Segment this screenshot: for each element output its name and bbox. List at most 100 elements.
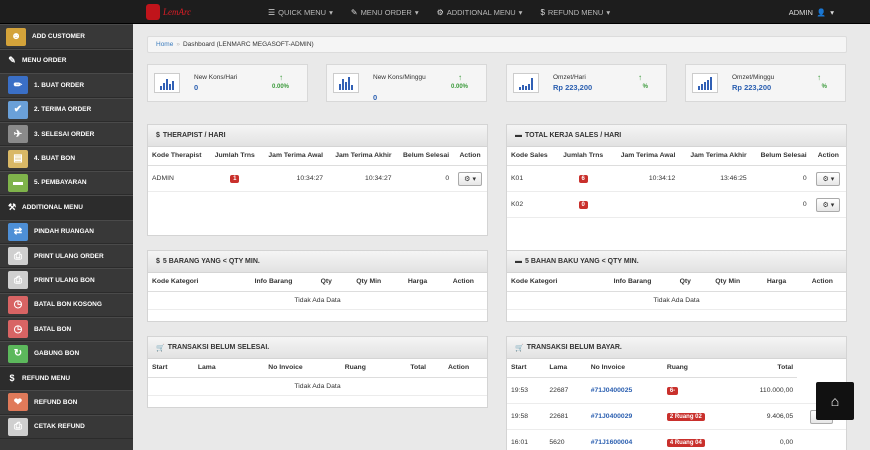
action-dropdown-button[interactable]: ⚙▾ [816,197,841,212]
refresh-icon: ↻ [8,344,28,363]
stat-label: New Kons/Minggu [373,74,426,81]
sidebar-item-additional-menu[interactable]: ⚒ ADDITIONAL MENU [0,195,133,220]
breadcrumb: Home » Dashboard (LENMARC MEGASOFT-ADMIN… [147,36,847,53]
cell-jam-akhir: 10:34:27 [327,165,396,192]
topnav-label: MENU ORDER [360,7,412,17]
floating-widget-button[interactable]: ⌂ [816,382,854,420]
cell-total: 110.000,00 [733,377,798,404]
cell-jam-akhir [679,191,751,218]
topnav-label: ADDITIONAL MENU [446,7,516,17]
sidebar-item-batal-bon-kosong[interactable]: ◷ BATAL BON KOSONG [0,292,133,318]
bayar-panel-title: TRANSAKSI BELUM BAYAR. [526,344,622,351]
stat-percent: % [821,84,827,90]
stat-value: Rp 223,200 [553,83,593,92]
accessibility-icon: ⌂ [830,393,840,409]
bahan-table: Kode Kategori Info Barang Qty Qty Min Harga A… [507,273,846,310]
sidebar-item-print-ulang-order[interactable]: ⎙ PRINT ULANG ORDER [0,243,133,269]
sidebar-item-menu-order[interactable]: ✎ MENU ORDER [0,48,133,74]
column-header: Action [453,147,487,166]
topnav-quick-menu[interactable]: ☰ QUICK MENU ▾ [268,8,333,17]
stat-label: Omzet/Hari [553,74,586,81]
sidebar-item-label: REFUND MENU [22,374,71,382]
sidebar-item-refund-menu[interactable]: $ REFUND MENU [0,365,133,391]
invoice-link[interactable]: #71J0400029 [591,413,633,420]
column-header: Jam Terima Awal [260,147,328,166]
column-header: Total [733,359,798,378]
sidebar-item-1-buat-order[interactable]: ✏ 1. BUAT ORDER [0,73,133,98]
table-row: K02 0 0 ⚙ ▾ [507,191,846,218]
cash-icon: ▬ [8,173,28,192]
sidebar-item-print-ulang-bon[interactable]: ⎙ PRINT ULANG BON [0,268,133,293]
topnav-additional-menu[interactable]: ⚙ ADDITIONAL MENU ▾ [437,8,523,17]
wrench-icon: ⚙ [436,7,444,17]
barang-panel-header: $ 5 BARANG YANG < QTY MIN. [148,251,487,273]
sidebar-item-2-terima-order[interactable]: ✔ 2. TERIMA ORDER [0,97,133,122]
selesai-panel: 🛒 TRANSAKSI BELUM SELESAI. Start Lama No I… [147,336,488,408]
table-row: 16:01 5620 #71J1600004 4 Ruang 04 0,00 [507,429,846,450]
cash-icon: ▬ [515,132,522,139]
bahan-panel: ▬ 5 BAHAN BAKU YANG < QTY MIN. Kode Kate… [506,250,847,322]
sidebar-item-label: BATAL BON [34,325,72,333]
invoice-link[interactable]: #71J1600004 [591,439,633,446]
count-badge[interactable]: 0 [578,200,588,209]
brand-logo[interactable]: LemArc [146,3,191,21]
cell-jam-akhir: 13:46:25 [679,165,751,192]
sidebar-item-add-customer[interactable]: ☻ ADD CUSTOMER [0,24,133,49]
sidebar-item-pindah-ruangan[interactable]: ⇄ PINDAH RUANGAN [0,219,133,244]
cell-kode: ADMIN [148,165,210,192]
action-dropdown-button[interactable]: ⚙▾ [458,171,482,186]
stat-label: New Kons/Hari [194,74,238,81]
selesai-empty: Tidak Ada Data [148,377,487,396]
invoice-link[interactable]: #71J0400025 [591,387,633,394]
sidebar-item-label: 4. BUAT BON [34,155,76,163]
sidebar-item-5-pembayaran[interactable]: ▬ 5. PEMBAYARAN [0,170,133,196]
room-badge: 6- [666,386,679,395]
sidebar-item-gabung-bon[interactable]: ↻ GABUNG BON [0,341,133,366]
breadcrumb-separator: » [176,41,180,48]
cell-belum-selesai: 0 [750,191,811,218]
sidebar-item-refund-bon[interactable]: ❤ REFUND BON [0,390,133,415]
topnav-menu-order[interactable]: ✎ MENU ORDER ▾ [351,8,419,17]
sidebar-item-3-selesai-order[interactable]: ✈ 3. SELESAI ORDER [0,121,133,147]
breadcrumb-current: Dashboard (LENMARC MEGASOFT-ADMIN) [182,41,314,48]
document-check-icon: ✔ [8,100,28,119]
bayar-panel-header: 🛒 TRANSAKSI BELUM BAYAR. [507,337,846,359]
stat-card: New Kons/Hari 0 ↑ 0.00% [147,64,308,102]
documents-icon: ▤ [8,149,28,168]
arrow-up-icon: ↑ [817,73,821,82]
sidebar-item-4-buat-bon[interactable]: ▤ 4. BUAT BON [0,146,133,171]
sidebar-item-label: 2. TERIMA ORDER [34,106,92,114]
count-badge[interactable]: 6 [578,174,588,183]
sidebar-item-cetak-refund[interactable]: ⎙ CETAK REFUND [0,414,133,440]
topnav-refund-menu[interactable]: $ REFUND MENU ▾ [540,8,610,17]
bar-chart-icon [692,73,718,93]
column-header: Info Barang [236,273,311,292]
sidebar-item-batal-bon[interactable]: ◷ BATAL BON [0,317,133,342]
sidebar-item-label: 1. BUAT ORDER [34,81,85,89]
count-badge[interactable]: 1 [230,174,240,183]
cart-icon: 🛒 [515,344,524,352]
user-menu[interactable]: ADMIN 👤 ▾ [789,0,834,24]
column-header: Qty [310,273,342,292]
action-dropdown-button[interactable]: ⚙▾ [816,171,841,186]
sidebar-item-label: PRINT ULANG ORDER [34,252,104,260]
column-header: Action [439,273,487,292]
chevron-down-icon: ▾ [329,7,333,17]
column-header: Qty Min [341,273,396,292]
column-header: Jumlah Trns [209,147,261,166]
bar-chart-icon [154,73,180,93]
sidebar-item-label: 5. PEMBAYARAN [34,179,87,187]
cell-lama: 22687 [545,377,587,404]
column-header: Belum Selesai [750,147,811,166]
column-header: No Invoice [586,359,663,378]
column-header: Jam Terima Awal [609,147,680,166]
breadcrumb-home-link[interactable]: Home [156,41,173,48]
column-header: Action [430,359,487,378]
chevron-down-icon: ▾ [830,201,835,209]
column-header: Jam Terima Akhir [327,147,396,166]
chevron-down-icon: ▾ [830,7,834,17]
therapist-panel: $ THERAPIST / HARI Kode Therapist Jumlah … [147,124,488,236]
arrow-up-icon: ↑ [638,73,642,82]
top-navbar: LemArc ☰ QUICK MENU ▾ ✎ MENU ORDER ▾ ⚙ ADDITION… [0,0,870,24]
column-header: Lama [193,359,245,378]
